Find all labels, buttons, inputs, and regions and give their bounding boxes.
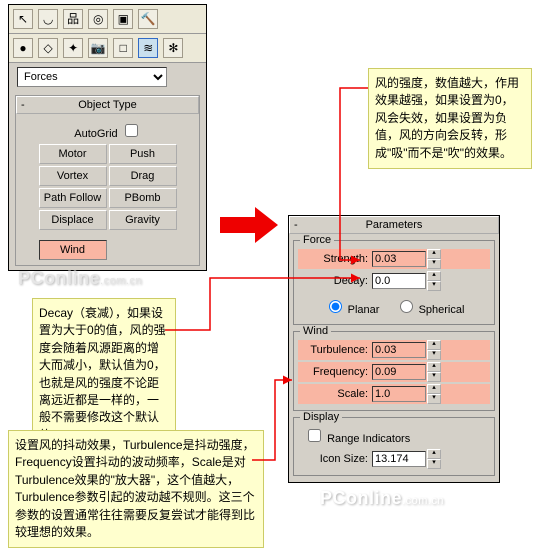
- spin-up-icon[interactable]: ▴: [427, 362, 441, 372]
- scale-label: Scale:: [298, 388, 372, 400]
- turbulence-label: Turbulence:: [298, 344, 372, 356]
- toolbar-row2: ● ◇ ✦ 📷 □ ≋ ✻: [9, 34, 206, 63]
- decay-label: Decay:: [298, 275, 372, 287]
- pbomb-button[interactable]: PBomb: [109, 188, 177, 208]
- minus-icon: -: [21, 99, 25, 111]
- systems-icon[interactable]: ✻: [163, 38, 183, 58]
- gravity-button[interactable]: Gravity: [109, 210, 177, 230]
- spin-up-icon[interactable]: ▴: [427, 249, 441, 259]
- parameters-panel: - Parameters Force Strength: ▴▾ Decay: ▴…: [288, 215, 500, 483]
- parameters-header[interactable]: - Parameters: [289, 216, 499, 234]
- frequency-row: Frequency: ▴▾: [298, 362, 490, 382]
- strength-row: Strength: ▴▾: [298, 249, 490, 269]
- decay-input[interactable]: [372, 273, 426, 289]
- spacewarp-icon[interactable]: ≋: [138, 38, 158, 58]
- hierarchy-icon[interactable]: 品: [63, 9, 83, 29]
- autogrid-checkbox[interactable]: [125, 124, 138, 137]
- watermark-2: PConline.com.cn: [320, 488, 444, 509]
- scale-row: Scale: ▴▾: [298, 384, 490, 404]
- vortex-button[interactable]: Vortex: [39, 166, 107, 186]
- minus-icon: -: [294, 219, 298, 231]
- motion-icon[interactable]: ◎: [88, 9, 108, 29]
- display-title: Display: [300, 411, 342, 423]
- object-type-title: Object Type: [78, 99, 137, 111]
- camera-icon[interactable]: 📷: [88, 38, 108, 58]
- spherical-radio[interactable]: Spherical: [395, 304, 465, 316]
- display-group: Display Range Indicators Icon Size: ▴▾: [293, 417, 495, 476]
- range-row: Range Indicators: [298, 424, 490, 447]
- shape-radio-row: Planar Spherical: [298, 293, 490, 320]
- forces-panel: ↖ ◡ 品 ◎ ▣ 🔨 ● ◇ ✦ 📷 □ ≋ ✻ Forces - Objec…: [8, 4, 207, 271]
- spin-down-icon[interactable]: ▾: [427, 394, 441, 404]
- drag-button[interactable]: Drag: [109, 166, 177, 186]
- path-follow-button[interactable]: Path Follow: [39, 188, 107, 208]
- frequency-input[interactable]: [372, 364, 426, 380]
- turbulence-input[interactable]: [372, 342, 426, 358]
- spin-down-icon[interactable]: ▾: [427, 372, 441, 382]
- range-label: Range Indicators: [327, 433, 410, 445]
- display-icon[interactable]: ▣: [113, 9, 133, 29]
- frequency-label: Frequency:: [298, 366, 372, 378]
- scale-input[interactable]: [372, 386, 426, 402]
- wind-title: Wind: [300, 325, 331, 337]
- force-group: Force Strength: ▴▾ Decay: ▴▾ Planar Sphe…: [293, 240, 495, 325]
- sphere-icon[interactable]: ●: [13, 38, 33, 58]
- shapes-icon[interactable]: ◇: [38, 38, 58, 58]
- object-type-header[interactable]: - Object Type: [16, 96, 199, 114]
- spin-up-icon[interactable]: ▴: [427, 271, 441, 281]
- toolbar-row1: ↖ ◡ 品 ◎ ▣ 🔨: [9, 5, 206, 34]
- watermark-1: PConline.com.cn: [18, 268, 142, 289]
- displace-button[interactable]: Displace: [39, 210, 107, 230]
- spin-down-icon[interactable]: ▾: [427, 281, 441, 291]
- object-type-rollout: - Object Type AutoGrid MotorPush VortexD…: [15, 95, 200, 266]
- note-strength: 风的强度，数值越大，作用效果越强，如果设置为0，风会失效，如果设置为负值，风的方…: [368, 68, 532, 169]
- light-icon[interactable]: ✦: [63, 38, 83, 58]
- icon-size-row: Icon Size: ▴▾: [298, 449, 490, 469]
- helper-icon[interactable]: □: [113, 38, 133, 58]
- strength-label: Strength:: [298, 253, 372, 265]
- rainbow-icon[interactable]: ◡: [38, 9, 58, 29]
- wind-group: Wind Turbulence: ▴▾ Frequency: ▴▾ Scale:…: [293, 331, 495, 411]
- force-title: Force: [300, 234, 334, 246]
- strength-input[interactable]: [372, 251, 426, 267]
- spin-down-icon[interactable]: ▾: [427, 350, 441, 360]
- wind-button[interactable]: Wind: [39, 240, 107, 260]
- spin-up-icon[interactable]: ▴: [427, 449, 441, 459]
- icon-size-input[interactable]: [372, 451, 426, 467]
- planar-radio[interactable]: Planar: [324, 304, 380, 316]
- motor-button[interactable]: Motor: [39, 144, 107, 164]
- autogrid-label: AutoGrid: [74, 128, 117, 140]
- range-checkbox[interactable]: [308, 429, 321, 442]
- spin-up-icon[interactable]: ▴: [427, 384, 441, 394]
- hammer-icon[interactable]: 🔨: [138, 9, 158, 29]
- note-decay: Decay（衰减），如果设置为大于0的值，风的强度会随着风源距离的增大而减小，默…: [32, 298, 176, 451]
- autogrid-row: AutoGrid: [20, 118, 195, 143]
- big-arrow-icon: [220, 205, 280, 245]
- icon-size-label: Icon Size:: [298, 453, 372, 465]
- arrow-icon[interactable]: ↖: [13, 9, 33, 29]
- parameters-title: Parameters: [366, 219, 423, 231]
- note-wind: 设置风的抖动效果，Turbulence是抖动强度，Frequency设置抖动的波…: [8, 430, 264, 548]
- push-button[interactable]: Push: [109, 144, 177, 164]
- decay-row: Decay: ▴▾: [298, 271, 490, 291]
- spin-up-icon[interactable]: ▴: [427, 340, 441, 350]
- spin-down-icon[interactable]: ▾: [427, 259, 441, 269]
- category-dropdown[interactable]: Forces: [17, 67, 167, 87]
- spin-down-icon[interactable]: ▾: [427, 459, 441, 469]
- turbulence-row: Turbulence: ▴▾: [298, 340, 490, 360]
